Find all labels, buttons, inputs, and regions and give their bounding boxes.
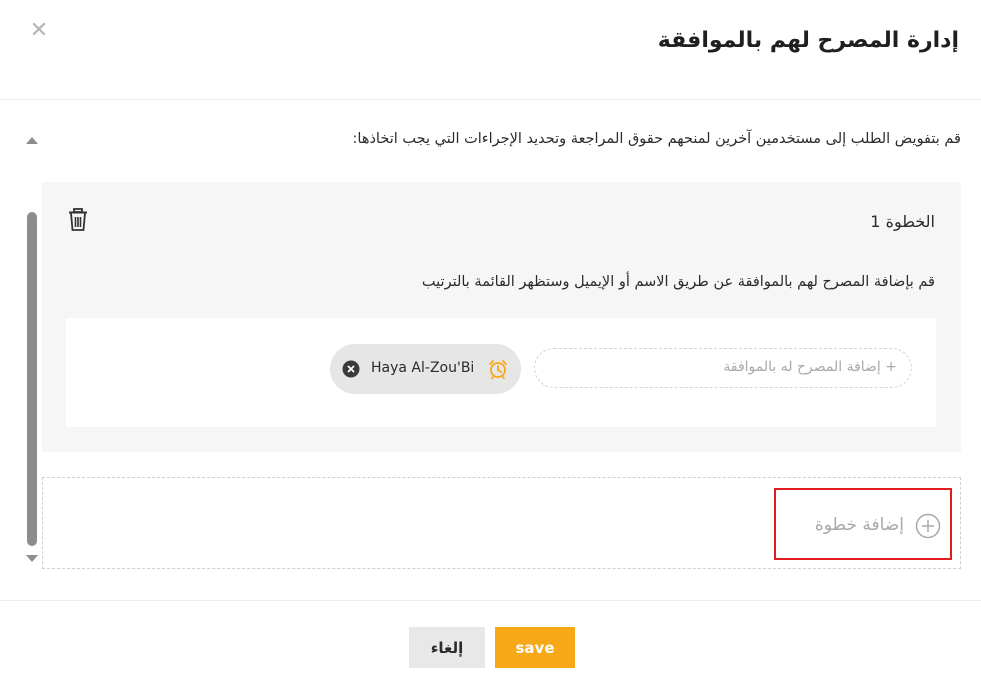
step-card: الخطوة 1 قم بإضافة المصرح لهم بالموافقة …: [42, 182, 961, 452]
plus-circle-icon: [915, 513, 941, 539]
scrollbar-thumb[interactable]: [27, 212, 37, 546]
add-step-button[interactable]: إضافة خطوة: [774, 488, 952, 560]
remove-circle-icon[interactable]: [342, 360, 360, 378]
step-description: قم بإضافة المصرح لهم بالموافقة عن طريق ا…: [421, 274, 935, 290]
dialog-header: إدارة المصرح لهم بالموافقة ✕: [0, 0, 981, 100]
dialog-footer: إلغاء save: [0, 600, 981, 687]
alarm-clock-icon: [487, 358, 509, 380]
trash-icon[interactable]: [66, 207, 90, 233]
add-approver-placeholder: + إضافة المصرح له بالموافقة: [723, 359, 897, 375]
add-step-label: إضافة خطوة: [814, 515, 904, 535]
approver-chip[interactable]: Haya Al-Zou'Bi: [330, 344, 521, 394]
scroll-up-arrow-icon[interactable]: [26, 137, 38, 144]
close-icon[interactable]: ✕: [28, 20, 50, 42]
approver-name: Haya Al-Zou'Bi: [371, 360, 475, 376]
step-title: الخطوة 1: [870, 212, 935, 231]
save-button[interactable]: save: [495, 627, 575, 668]
cancel-button[interactable]: إلغاء: [409, 627, 485, 668]
intro-text: قم بتفويض الطلب إلى مستخدمين آخرين لمنحه…: [352, 131, 961, 147]
scroll-down-arrow-icon[interactable]: [26, 555, 38, 562]
approvers-box: + إضافة المصرح له بالموافقة Haya Al-Zou'…: [66, 318, 936, 427]
add-step-area: إضافة خطوة: [42, 477, 961, 569]
dialog-body: قم بتفويض الطلب إلى مستخدمين آخرين لمنحه…: [0, 101, 981, 600]
add-approver-input[interactable]: + إضافة المصرح له بالموافقة: [534, 348, 912, 388]
approvers-dialog: إدارة المصرح لهم بالموافقة ✕ قم بتفويض ا…: [0, 0, 981, 687]
dialog-title: إدارة المصرح لهم بالموافقة: [657, 28, 959, 53]
